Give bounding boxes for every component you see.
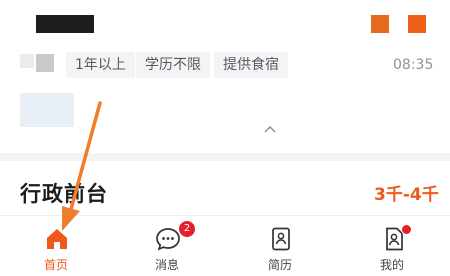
tab-profile-label: 我的 <box>379 258 404 272</box>
tab-home[interactable]: 首页 <box>16 216 96 276</box>
bottom-tab-bar: 首页 2 消息 简历 我的 <box>0 215 450 275</box>
notification-dot <box>401 224 412 235</box>
redacted-avatar <box>36 54 54 72</box>
redacted-avatar <box>20 54 34 68</box>
tag-experience: 1年以上 <box>66 52 135 78</box>
tab-resume-label: 简历 <box>267 258 292 272</box>
chevron-up-icon[interactable] <box>262 122 278 136</box>
tag-benefit: 提供食宿 <box>214 52 288 78</box>
redacted-badge <box>408 15 426 33</box>
job-salary: 3千-4千 <box>374 185 439 205</box>
redacted-title <box>36 15 94 33</box>
tab-messages-label: 消息 <box>154 258 179 272</box>
chat-icon <box>156 228 180 251</box>
tab-resume[interactable]: 简历 <box>240 216 320 276</box>
tag-education: 学历不限 <box>136 52 210 78</box>
tab-messages[interactable]: 2 消息 <box>127 216 207 276</box>
job-title[interactable]: 行政前台 <box>20 178 108 208</box>
tab-profile[interactable]: 我的 <box>352 216 432 276</box>
tab-home-label: 首页 <box>43 258 68 272</box>
resume-icon <box>272 227 290 251</box>
section-divider <box>0 153 450 161</box>
post-time: 08:35 <box>393 57 434 73</box>
redacted-company-logo <box>20 93 74 127</box>
home-icon <box>47 229 67 249</box>
redacted-badge <box>371 15 389 33</box>
unread-badge: 2 <box>179 221 195 237</box>
